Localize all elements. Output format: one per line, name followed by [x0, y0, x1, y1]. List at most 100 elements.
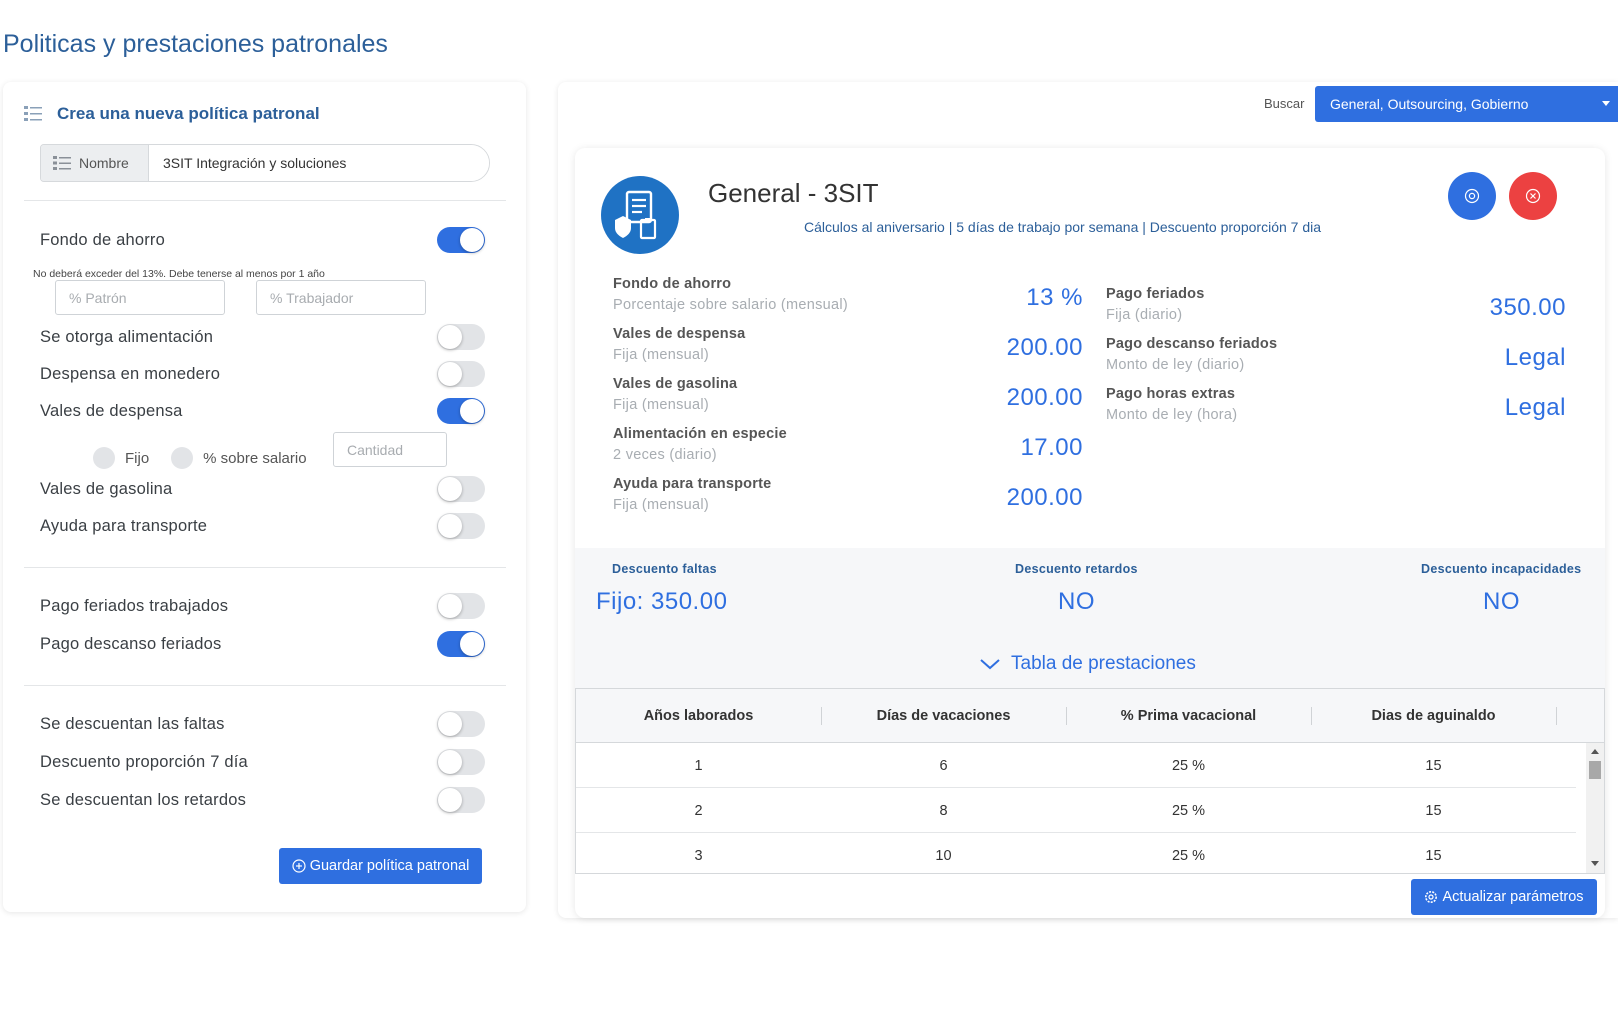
radio-salario-label: % sobre salario — [203, 449, 307, 467]
discount-retardos: Descuento retardos — [1015, 562, 1138, 576]
tabla-prestaciones-label: Tabla de prestaciones — [1011, 653, 1196, 674]
benefit-desc: Monto de ley (diario) — [1106, 357, 1245, 373]
table-cell: 1 — [694, 757, 703, 774]
option-descuento-7dia: Descuento proporción 7 día — [40, 748, 485, 776]
select-policy-button[interactable] — [1448, 172, 1496, 220]
option-pago-descanso: Pago descanso feriados — [40, 630, 485, 658]
table-row: 1 6 25 % 15 — [576, 743, 1576, 788]
policy-subtitle: Cálculos al aniversario | 5 días de trab… — [804, 219, 1322, 235]
discount-label: Descuento retardos — [1015, 562, 1138, 576]
vales-gasolina-toggle[interactable] — [437, 476, 485, 502]
delete-policy-button[interactable] — [1509, 172, 1557, 220]
benefit-name: Vales de despensa — [613, 326, 746, 342]
name-label-text: Nombre — [79, 155, 129, 171]
option-label: Se descuentan los retardos — [40, 790, 247, 809]
ayuda-transporte-toggle[interactable] — [437, 513, 485, 539]
descuentan-retardos-toggle[interactable] — [437, 787, 485, 813]
discount-label: Descuento faltas — [612, 562, 717, 576]
table-cell: 25 % — [1171, 757, 1206, 774]
option-vales-gasolina: Vales de gasolina — [40, 475, 485, 503]
option-fondo-ahorro: Fondo de ahorro — [40, 226, 485, 254]
benefit-name: Vales de gasolina — [613, 376, 738, 392]
prestaciones-table: Años laborados Días de vacaciones % Prim… — [575, 688, 1605, 874]
scroll-thumb[interactable] — [1589, 761, 1601, 779]
discount-value: NO — [1483, 588, 1520, 615]
table-row: 2 8 25 % 15 — [576, 788, 1576, 833]
gear-icon — [1425, 891, 1438, 903]
benefit-desc: Fija (mensual) — [613, 347, 710, 363]
option-vales-despensa: Vales de despensa — [40, 397, 485, 425]
page-title: Politicas y prestaciones patronales — [3, 30, 388, 58]
search-select[interactable]: General, Outsourcing, Gobierno — [1315, 86, 1618, 122]
policy-title: General - 3SIT — [708, 178, 879, 208]
search-select-value: General, Outsourcing, Gobierno — [1330, 96, 1529, 112]
scroll-up-icon[interactable] — [1591, 749, 1599, 754]
table-cell: 10 — [935, 847, 952, 864]
radio-fijo[interactable] — [93, 447, 115, 469]
option-ayuda-transporte: Ayuda para transporte — [40, 512, 485, 540]
table-cell: 8 — [939, 802, 948, 819]
policy-card: General - 3SIT Cálculos al aniversario |… — [575, 148, 1605, 918]
option-label: Pago descanso feriados — [40, 634, 222, 653]
benefit-value: 200.00 — [1006, 484, 1083, 511]
save-policy-button[interactable]: Guardar política patronal — [279, 848, 482, 884]
option-label: Se otorga alimentación — [40, 327, 214, 346]
column-header: Dias de aguinaldo — [1371, 708, 1496, 724]
option-despensa-monedero: Despensa en monedero — [40, 360, 485, 388]
search-label: Buscar — [1264, 96, 1305, 111]
plus-circle-icon — [292, 859, 306, 873]
save-policy-label: Guardar política patronal — [309, 858, 470, 874]
table-cell: 25 % — [1171, 802, 1206, 819]
benefit-desc: Monto de ley (hora) — [1106, 407, 1238, 423]
benefit-name: Alimentación en especie — [613, 426, 787, 442]
table-cell: 6 — [939, 757, 948, 774]
radio-salario[interactable] — [171, 447, 194, 469]
divider — [24, 685, 506, 686]
trabajador-percent-input[interactable] — [256, 280, 426, 315]
discount-incapacidades: Descuento incapacidades — [1421, 562, 1581, 576]
target-icon — [1464, 188, 1480, 204]
pago-descanso-toggle[interactable] — [437, 631, 485, 657]
descuento-7dia-toggle[interactable] — [437, 749, 485, 775]
column-header: % Prima vacacional — [1120, 708, 1257, 724]
benefit-value: 17.00 — [1020, 434, 1083, 461]
policy-document-icon — [601, 176, 679, 254]
name-label: Nombre — [41, 145, 149, 181]
vales-despensa-toggle[interactable] — [437, 398, 485, 424]
benefit-desc: Fija (mensual) — [613, 397, 710, 413]
column-separator — [1556, 707, 1557, 725]
tabla-prestaciones-toggle[interactable]: Tabla de prestaciones — [979, 653, 1196, 675]
fondo-ahorro-toggle[interactable] — [437, 227, 485, 253]
name-input[interactable] — [149, 145, 489, 181]
benefit-name: Ayuda para transporte — [613, 476, 772, 492]
discount-value: NO — [1058, 588, 1095, 615]
option-descuentan-retardos: Se descuentan los retardos — [40, 786, 485, 814]
benefit-value: Legal — [1504, 344, 1566, 371]
benefit-item: Vales de despensa Fija (mensual) — [613, 326, 745, 363]
benefit-item: Alimentación en especie 2 veces (diario) — [613, 426, 787, 463]
scroll-down-icon[interactable] — [1591, 861, 1599, 866]
update-parameters-button[interactable]: Actualizar parámetros — [1411, 879, 1597, 915]
benefit-desc: Fija (diario) — [1106, 307, 1183, 323]
benefit-desc: 2 veces (diario) — [613, 447, 717, 463]
table-cell: 15 — [1425, 757, 1442, 774]
discount-faltas: Descuento faltas — [612, 562, 717, 576]
descuentan-faltas-toggle[interactable] — [437, 711, 485, 737]
discount-label: Descuento incapacidades — [1421, 562, 1582, 576]
pago-feriados-toggle[interactable] — [437, 593, 485, 619]
table-cell: 15 — [1425, 802, 1442, 819]
option-label: Fondo de ahorro — [40, 230, 166, 249]
despensa-monedero-toggle[interactable] — [437, 361, 485, 387]
patron-percent-input[interactable] — [55, 280, 225, 315]
table-cell: 15 — [1425, 847, 1442, 864]
option-label: Descuento proporción 7 día — [40, 752, 248, 771]
table-scrollbar[interactable] — [1586, 743, 1604, 873]
cantidad-input[interactable] — [333, 432, 447, 467]
list-icon — [53, 156, 71, 170]
benefit-value: 200.00 — [1006, 384, 1083, 411]
table-cell: 3 — [694, 847, 703, 864]
benefit-value: 200.00 — [1006, 334, 1083, 361]
alimentacion-toggle[interactable] — [437, 324, 485, 350]
close-circle-icon — [1525, 188, 1541, 204]
benefit-value: 350.00 — [1489, 294, 1566, 321]
